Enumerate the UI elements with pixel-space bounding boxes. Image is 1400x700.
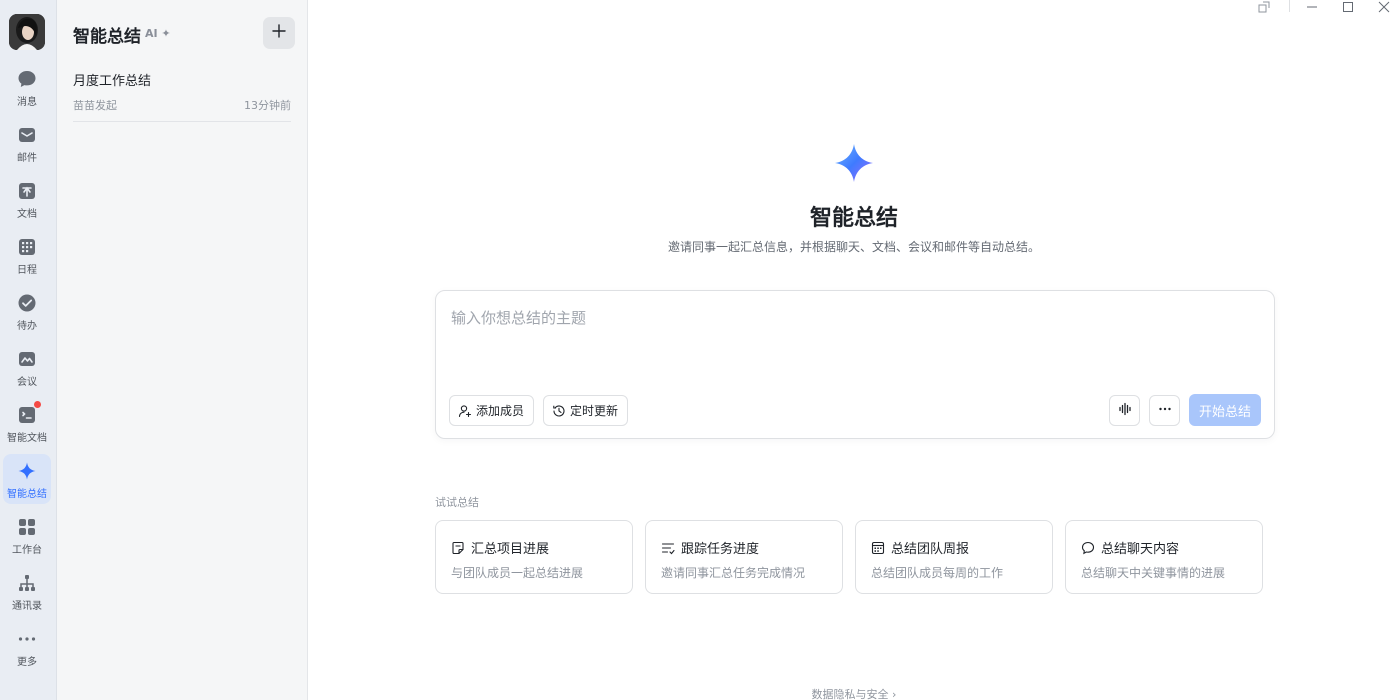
calendar-grid-icon — [871, 541, 885, 555]
suggestion-card-weekly-report[interactable]: 总结团队周报 总结团队成员每周的工作 — [855, 520, 1053, 594]
nav-item-calendar[interactable]: 日程 — [3, 230, 51, 280]
nav-label: 邮件 — [17, 153, 37, 164]
nav-label: 日程 — [17, 265, 37, 276]
nav-item-mail[interactable]: 邮件 — [3, 118, 51, 168]
nav-label: 更多 — [17, 657, 37, 668]
nav-item-docs[interactable]: 文档 — [3, 174, 51, 224]
calendar-icon — [16, 236, 38, 258]
nav-item-meeting[interactable]: 会议 — [3, 342, 51, 392]
conversation-time: 13分钟前 — [244, 99, 291, 112]
mail-icon — [16, 124, 38, 146]
summary-list-panel: 智能总结 AI ✦ 月度工作总结 苗苗发起 13分钟前 — [57, 0, 308, 700]
page-title: 智能总结 — [809, 206, 898, 231]
sparkle-icon — [834, 143, 874, 183]
nav-label: 工作台 — [12, 545, 42, 556]
privacy-security-link[interactable]: 数据隐私与安全 › — [308, 686, 1400, 700]
nav-label: 智能文档 — [7, 433, 47, 444]
list-item[interactable]: 月度工作总结 苗苗发起 13分钟前 — [73, 66, 291, 122]
nav-item-smart-summary[interactable]: 智能总结 — [3, 454, 51, 504]
voice-input-button[interactable] — [1109, 395, 1140, 426]
nav-rail: 消息 邮件 文档 日程 待办 会议 智能文档 智能总结 工作台 通讯录 更多 — [0, 0, 57, 700]
suggestion-card-project-progress[interactable]: 汇总项目进展 与团队成员一起总结进展 — [435, 520, 633, 594]
add-user-icon — [458, 404, 472, 418]
schedule-update-button[interactable]: 定时更新 — [543, 395, 629, 426]
history-clock-icon — [552, 404, 566, 418]
plus-icon — [271, 23, 287, 43]
app-window: 消息 邮件 文档 日程 待办 会议 智能文档 智能总结 工作台 通讯录 更多 智… — [0, 0, 1400, 700]
card-description: 总结聊天中关键事情的进展 — [1081, 566, 1226, 580]
nav-item-workplace[interactable]: 工作台 — [3, 510, 51, 560]
suggestions-heading: 试试总结 — [435, 496, 479, 509]
conversation-initiator: 苗苗发起 — [73, 99, 117, 112]
nav-item-todo[interactable]: 待办 — [3, 286, 51, 336]
nav-label: 待办 — [17, 321, 37, 332]
schedule-update-label: 定时更新 — [570, 404, 619, 418]
nav-label: 智能总结 — [7, 489, 47, 500]
nav-label: 通讯录 — [12, 601, 42, 612]
card-title: 跟踪任务进度 — [681, 542, 760, 557]
suggestion-card-task-progress[interactable]: 跟踪任务进度 邀请同事汇总任务完成情况 — [645, 520, 843, 594]
nav-label: 消息 — [17, 97, 37, 108]
ai-tag: AI ✦ — [145, 27, 171, 40]
nav-item-smart-doc[interactable]: 智能文档 — [3, 398, 51, 448]
add-member-button[interactable]: 添加成员 — [449, 395, 535, 426]
nav-item-messages[interactable]: 消息 — [3, 62, 51, 112]
sparkle-icon — [16, 460, 38, 482]
suggestion-card-chat-summary[interactable]: 总结聊天内容 总结聊天中关键事情的进展 — [1065, 520, 1263, 594]
avatar[interactable] — [9, 14, 45, 50]
more-options-button[interactable] — [1149, 395, 1180, 426]
conversation-title: 月度工作总结 — [73, 74, 152, 89]
chat-bubble-icon — [1081, 541, 1095, 555]
smart-doc-icon — [16, 400, 42, 426]
summary-composer: 添加成员 定时更新 开始总结 — [435, 290, 1275, 439]
nav-label: 文档 — [17, 209, 37, 220]
contacts-icon — [16, 572, 38, 594]
note-icon — [451, 541, 465, 555]
workplace-icon — [16, 516, 38, 538]
add-member-label: 添加成员 — [476, 404, 525, 418]
docs-icon — [16, 180, 38, 202]
card-description: 与团队成员一起总结进展 — [451, 566, 584, 580]
message-icon — [16, 68, 38, 90]
new-summary-button[interactable] — [263, 17, 295, 49]
start-summary-button[interactable]: 开始总结 — [1189, 394, 1261, 426]
todo-icon — [16, 292, 38, 314]
nav-label: 会议 — [17, 377, 37, 388]
card-description: 邀请同事汇总任务完成情况 — [661, 566, 806, 580]
task-list-icon — [661, 541, 675, 555]
card-description: 总结团队成员每周的工作 — [871, 566, 1004, 580]
nav-item-contacts[interactable]: 通讯录 — [3, 566, 51, 616]
page-subtitle: 邀请同事一起汇总信息，并根据聊天、文档、会议和邮件等自动总结。 — [667, 240, 1040, 254]
meeting-icon — [16, 348, 38, 370]
nav-item-more[interactable]: 更多 — [3, 622, 51, 672]
card-title: 汇总项目进展 — [471, 542, 550, 557]
card-title: 总结团队周报 — [891, 542, 970, 557]
main-content: 智能总结 邀请同事一起汇总信息，并根据聊天、文档、会议和邮件等自动总结。 添加成… — [308, 0, 1400, 700]
more-icon — [16, 628, 38, 650]
panel-title: 智能总结 — [73, 27, 141, 47]
topic-input[interactable] — [451, 309, 1151, 327]
audio-wave-icon — [1118, 401, 1132, 420]
notification-dot — [33, 400, 42, 409]
ellipsis-icon — [1158, 401, 1172, 420]
card-title: 总结聊天内容 — [1101, 542, 1180, 557]
